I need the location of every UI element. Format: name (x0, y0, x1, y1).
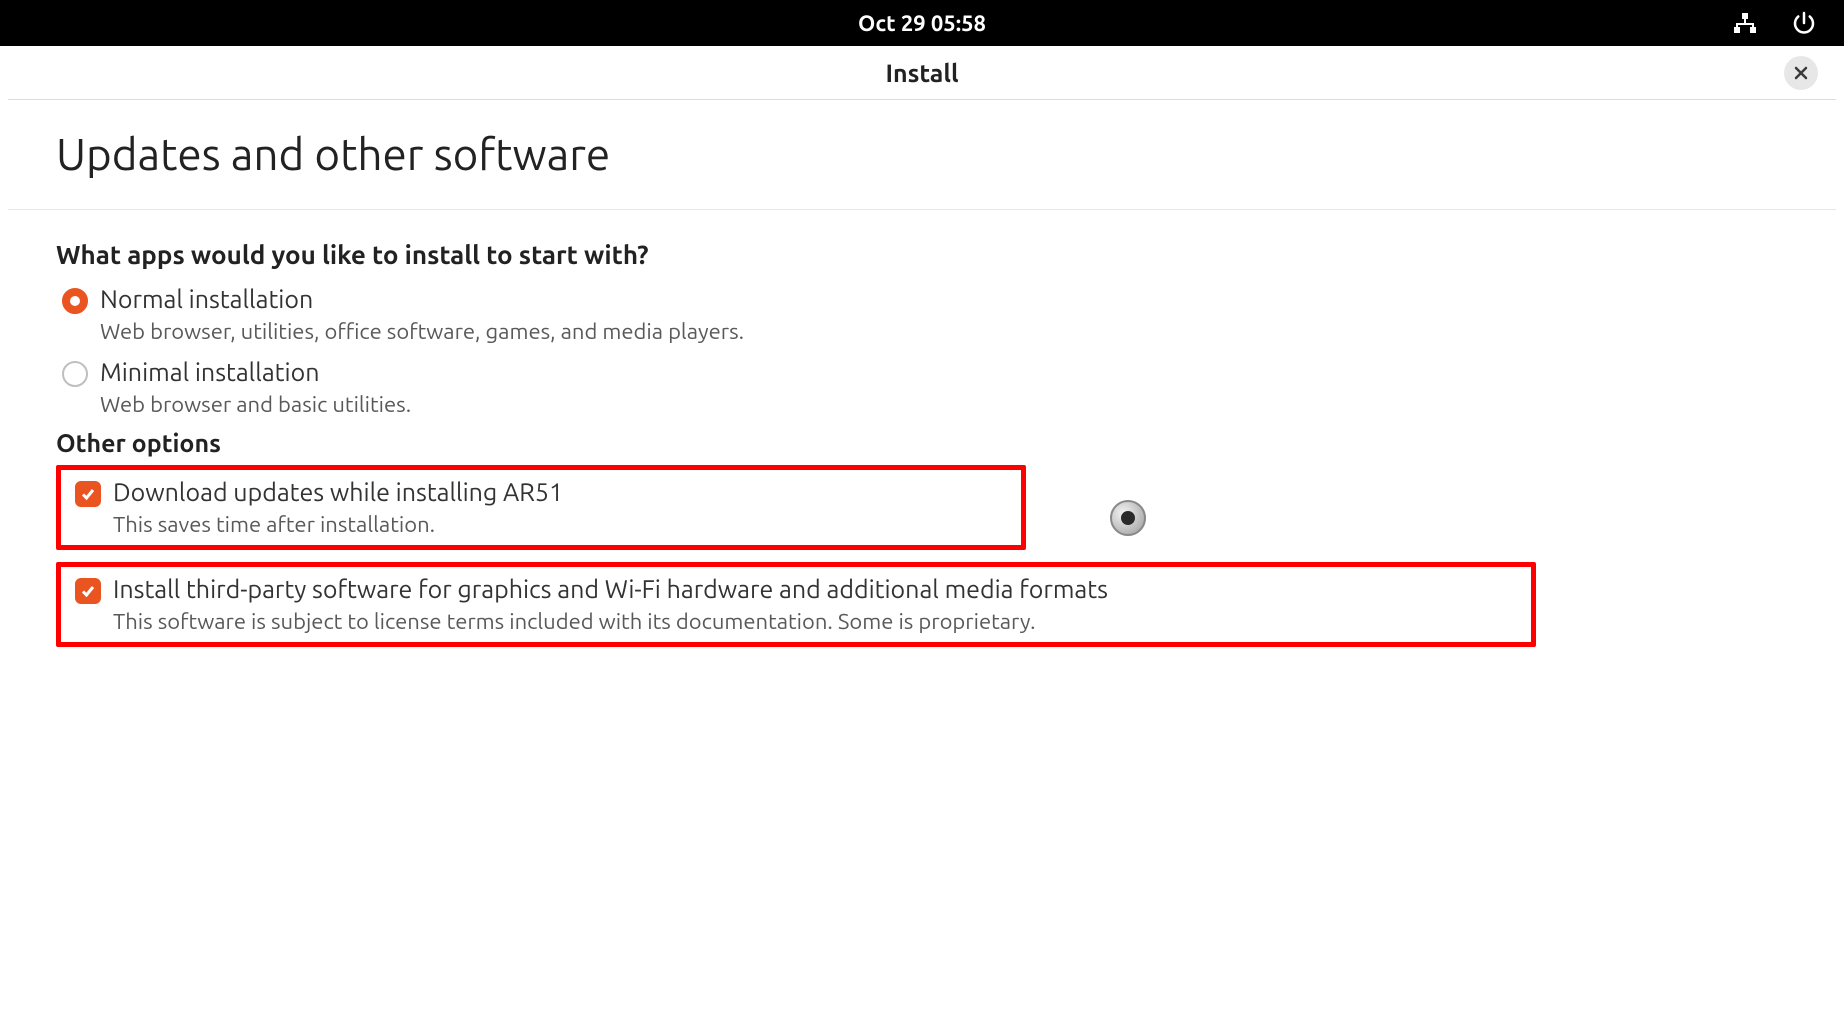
topbar-status-area (1732, 11, 1816, 35)
normal-install-texts: Normal installation Web browser, utiliti… (100, 285, 744, 344)
third-party-option[interactable]: Install third-party software for graphic… (69, 573, 1523, 636)
check-icon (80, 486, 96, 502)
download-updates-label: Download updates while installing AR51 (113, 478, 563, 506)
annotation-highlight-2: Install third-party software for graphic… (56, 562, 1536, 647)
normal-install-label: Normal installation (100, 285, 744, 313)
page-title: Updates and other software (56, 130, 1788, 179)
download-updates-texts: Download updates while installing AR51 T… (113, 478, 563, 537)
download-updates-checkbox[interactable] (75, 481, 101, 507)
third-party-desc: This software is subject to license term… (113, 609, 1108, 634)
minimal-install-option[interactable]: Minimal installation Web browser and bas… (56, 356, 1788, 419)
power-icon[interactable] (1792, 11, 1816, 35)
annotation-highlight-1: Download updates while installing AR51 T… (56, 465, 1026, 550)
third-party-label: Install third-party software for graphic… (113, 575, 1108, 603)
third-party-checkbox[interactable] (75, 578, 101, 604)
normal-install-radio[interactable] (62, 288, 88, 314)
installer-window: Install Updates and other software What … (8, 46, 1836, 689)
download-updates-desc: This saves time after installation. (113, 512, 563, 537)
minimal-install-texts: Minimal installation Web browser and bas… (100, 358, 411, 417)
minimal-install-desc: Web browser and basic utilities. (100, 392, 411, 417)
minimal-install-label: Minimal installation (100, 358, 411, 386)
window-title: Install (885, 59, 958, 87)
minimal-install-radio[interactable] (62, 361, 88, 387)
busy-spinner (1110, 500, 1146, 536)
window-header: Install (8, 46, 1836, 100)
spinner-icon (1110, 500, 1146, 536)
topbar-datetime[interactable]: Oct 29 05:58 (858, 11, 986, 36)
other-options-header: Other options (56, 429, 1788, 457)
third-party-texts: Install third-party software for graphic… (113, 575, 1108, 634)
divider (8, 209, 1836, 210)
normal-install-option[interactable]: Normal installation Web browser, utiliti… (56, 283, 1788, 346)
network-icon[interactable] (1732, 11, 1758, 35)
normal-install-desc: Web browser, utilities, office software,… (100, 319, 744, 344)
content-area: Updates and other software What apps wou… (8, 100, 1836, 689)
check-icon (80, 583, 96, 599)
close-button[interactable] (1784, 56, 1818, 90)
download-updates-option[interactable]: Download updates while installing AR51 T… (69, 476, 1013, 539)
gnome-topbar: Oct 29 05:58 (0, 0, 1844, 46)
close-icon (1794, 66, 1808, 80)
install-type-subtitle: What apps would you like to install to s… (56, 240, 1788, 269)
